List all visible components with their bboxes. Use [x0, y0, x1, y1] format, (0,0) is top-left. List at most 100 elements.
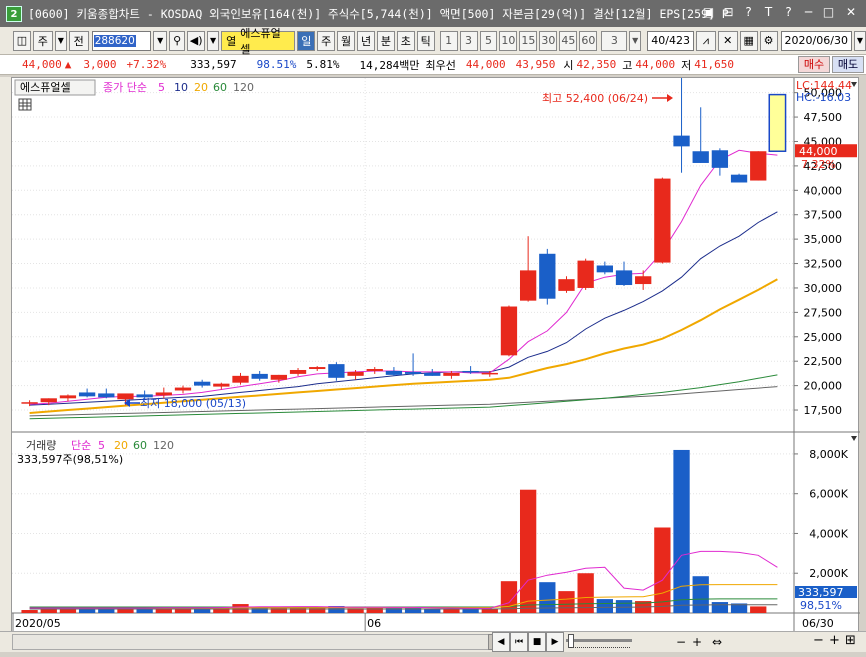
period-second[interactable]: 초 — [396, 30, 415, 51]
candle-body — [98, 393, 115, 398]
tile-icon[interactable]: ⊟ — [720, 4, 737, 21]
candle-body — [711, 150, 729, 168]
help-icon[interactable]: ? — [780, 4, 797, 21]
period-tick[interactable]: 틱 — [416, 30, 435, 51]
gear-icon[interactable]: ⚙ — [759, 30, 778, 51]
period-day[interactable]: 일 — [297, 30, 316, 51]
close-button[interactable]: ✕ — [840, 4, 862, 21]
chart-type-icon[interactable]: ⩘ — [695, 30, 716, 51]
chart-svg[interactable]: 50,00047,50045,00042,50040,00037,50035,0… — [12, 69, 860, 633]
period-month[interactable]: 월 — [337, 30, 356, 51]
stock-code-input[interactable]: 288620 — [91, 30, 152, 51]
interval-45[interactable]: 45 — [559, 30, 578, 51]
y-tick-label: 27,500 — [804, 306, 843, 319]
high-label: 고 — [622, 58, 633, 72]
price-panel[interactable] — [12, 78, 794, 432]
volume-legend-ma-60: 60 — [133, 439, 147, 452]
chart-expand-icon[interactable]: ⊞ — [845, 633, 856, 648]
app-icon: 2 — [6, 5, 22, 22]
open-label: 시 — [563, 58, 574, 72]
crosshair-icon[interactable]: ✕ — [717, 30, 738, 51]
candle-body — [21, 402, 38, 404]
data-count[interactable]: 40/423 — [647, 30, 694, 51]
chart-zoom-in-icon[interactable]: + — [829, 633, 840, 648]
zoom-slider-track[interactable] — [566, 639, 632, 642]
nav-stop-button[interactable]: ■ — [528, 632, 546, 652]
volume-tick-label: 8,000K — [809, 448, 848, 461]
code-dropdown-icon[interactable]: ▼ — [153, 30, 168, 51]
search-icon[interactable]: ⚲ — [169, 30, 186, 51]
candle-body — [692, 151, 709, 163]
date-dropdown-icon[interactable]: ▼ — [853, 30, 866, 51]
sell-button[interactable]: 매도 — [832, 56, 864, 73]
fit-icon[interactable]: ⇔ — [712, 635, 722, 649]
candle-body — [558, 279, 575, 291]
volume-axis: 8,000K 6,000K 4,000K 2,000K — [794, 448, 849, 580]
maximize-button[interactable]: □ — [820, 4, 837, 21]
turnover: 5.81% — [306, 58, 340, 71]
interval-60[interactable]: 60 — [579, 30, 598, 51]
text-icon[interactable]: T — [760, 4, 777, 21]
view-select[interactable]: 주 — [32, 30, 53, 51]
nav-prev-button[interactable]: ◀ — [492, 632, 510, 652]
volume-collapse-icon[interactable] — [851, 436, 857, 441]
interval-1[interactable]: 1 — [439, 30, 458, 51]
period-week[interactable]: 주 — [317, 30, 336, 51]
volume-bar — [692, 576, 709, 613]
save-icon[interactable]: ▦ — [739, 30, 758, 51]
interval-10[interactable]: 10 — [499, 30, 518, 51]
table-icon[interactable] — [18, 98, 32, 111]
zoom-out-icon[interactable]: − — [676, 635, 686, 649]
stock-name[interactable]: 열 에스퓨얼셀 — [221, 27, 296, 56]
period-year[interactable]: 년 — [357, 30, 375, 51]
volume-bar — [711, 602, 729, 613]
volume-bar — [750, 606, 767, 613]
chart-area[interactable]: 50,000 47,500 45,000 42,500 40,000 37,500 35,0… — [11, 69, 860, 652]
nav-next-button[interactable]: ▶ — [546, 632, 564, 652]
view-dropdown-icon[interactable]: ▼ — [54, 30, 67, 51]
bid-price-2: 43,950 — [515, 58, 556, 71]
interval-input[interactable]: 3 — [601, 30, 628, 51]
zoom-in-icon[interactable]: + — [692, 635, 702, 649]
interval-3[interactable]: 3 — [459, 30, 478, 51]
volume-legend-ma-20: 20 — [114, 439, 128, 452]
price-change: 3,000 — [83, 58, 117, 71]
link-icon[interactable]: ▣ — [700, 4, 717, 21]
volume-tick-label: 4,000K — [809, 527, 848, 540]
candle-body — [730, 174, 748, 183]
interval-15[interactable]: 15 — [519, 30, 538, 51]
interval-30[interactable]: 30 — [539, 30, 558, 51]
legend-ma-60: 60 — [213, 81, 227, 94]
interval-dropdown-icon[interactable]: ▼ — [629, 30, 642, 51]
sound-dropdown-icon[interactable]: ▼ — [207, 30, 220, 51]
volume-bar — [596, 599, 613, 613]
sound-icon[interactable]: ◀) — [187, 30, 206, 51]
date-input[interactable]: 2020/06/30 — [780, 30, 852, 51]
volume-bar — [519, 489, 537, 613]
x-tick-label: 2020/05 — [15, 617, 61, 630]
high-price: 44,000 — [635, 58, 676, 71]
window-title: [0600] 키움종합차트 - KOSDAQ 외국인보유[164(천)] 주식수… — [28, 6, 728, 21]
period-minute[interactable]: 분 — [376, 30, 395, 51]
current-price: 44,000 — [22, 58, 62, 71]
y-tick-label: 47,500 — [804, 111, 843, 124]
nav-first-button[interactable]: ⏮ — [510, 632, 528, 652]
minimize-button[interactable]: ─ — [800, 4, 817, 21]
legend-ma-10: 10 — [174, 81, 188, 94]
open-price: 42,350 — [576, 58, 617, 71]
candle-body — [270, 374, 288, 380]
candle-body — [539, 253, 556, 299]
settings-icon[interactable]: ? — [740, 4, 757, 21]
candle-body — [768, 93, 787, 152]
buy-button[interactable]: 매수 — [798, 56, 830, 73]
legend-ma-label: 종가 단순 — [103, 81, 147, 94]
scroll-track[interactable] — [12, 634, 498, 650]
y-tick-label: 22,500 — [804, 355, 843, 368]
chart-menu-icon[interactable]: ◫ — [13, 30, 31, 51]
prev-button[interactable]: 전 — [68, 30, 89, 51]
stock-name-label: 에스퓨얼셀 — [240, 26, 281, 56]
chart-zoom-out-icon[interactable]: − — [813, 633, 824, 648]
interval-5[interactable]: 5 — [479, 30, 498, 51]
y-tick-label: 17,500 — [804, 404, 843, 417]
y-tick-label: 20,000 — [804, 380, 843, 393]
